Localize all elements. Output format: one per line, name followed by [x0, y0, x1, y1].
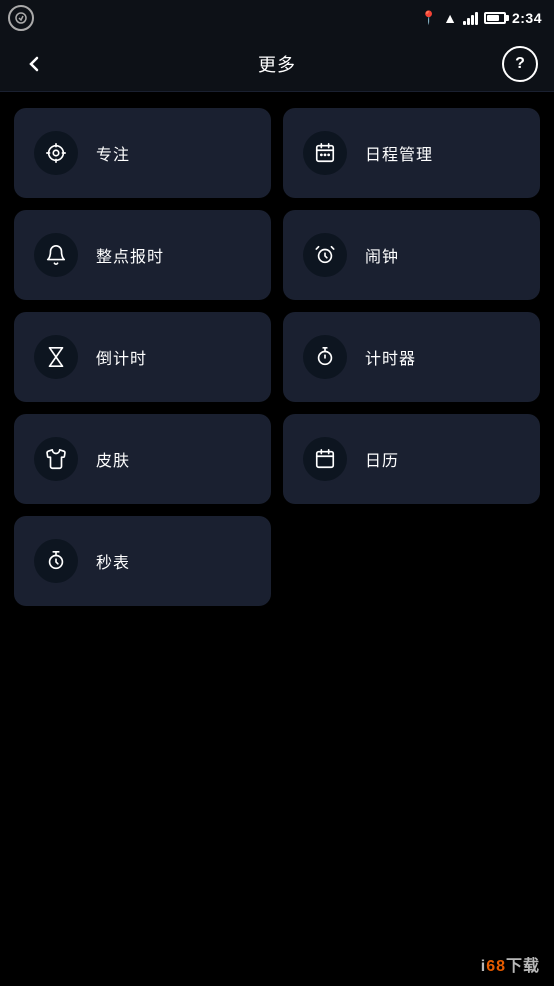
- alarm-label: 闹钟: [365, 243, 399, 267]
- status-time: 2:34: [512, 10, 542, 26]
- watermark-suffix: 下载: [506, 958, 540, 975]
- app-icon: [8, 5, 34, 31]
- hourglass-icon: [34, 335, 78, 379]
- menu-item-timer[interactable]: 计时器: [283, 312, 540, 402]
- battery-icon: [484, 12, 506, 24]
- calendar-label: 日历: [365, 447, 399, 471]
- timer-label: 计时器: [365, 345, 416, 369]
- help-button[interactable]: ?: [502, 46, 538, 82]
- watermark: i68下载: [481, 952, 540, 976]
- focus-icon: [34, 131, 78, 175]
- menu-item-alarm[interactable]: 闹钟: [283, 210, 540, 300]
- menu-item-skin[interactable]: 皮肤: [14, 414, 271, 504]
- bell-icon: [34, 233, 78, 277]
- stopwatch-label: 秒表: [96, 549, 130, 573]
- status-bar: 📍 ▲ 2:34: [0, 0, 554, 36]
- menu-item-countdown[interactable]: 倒计时: [14, 312, 271, 402]
- calendar-icon: [303, 437, 347, 481]
- back-button[interactable]: [16, 46, 52, 82]
- skin-icon: [34, 437, 78, 481]
- watermark-highlight: 68: [486, 958, 506, 975]
- hourly-chime-label: 整点报时: [96, 243, 164, 267]
- status-bar-right: 📍 ▲ 2:34: [421, 10, 542, 26]
- menu-item-stopwatch[interactable]: 秒表: [14, 516, 271, 606]
- timer-icon: [303, 335, 347, 379]
- menu-item-focus[interactable]: 专注: [14, 108, 271, 198]
- menu-item-schedule[interactable]: 日程管理: [283, 108, 540, 198]
- stopwatch-icon: [34, 539, 78, 583]
- countdown-label: 倒计时: [96, 345, 147, 369]
- focus-label: 专注: [96, 141, 130, 165]
- wifi-icon: ▲: [443, 10, 457, 26]
- location-icon: 📍: [421, 10, 437, 26]
- menu-grid: 专注 日程管理 整点报时 闹钟 倒计时 计时器: [0, 92, 554, 622]
- skin-label: 皮肤: [96, 447, 130, 471]
- schedule-icon: [303, 131, 347, 175]
- menu-item-hourly-chime[interactable]: 整点报时: [14, 210, 271, 300]
- status-bar-left: [8, 5, 34, 31]
- alarm-icon: [303, 233, 347, 277]
- schedule-label: 日程管理: [365, 141, 433, 165]
- page-title: 更多: [258, 51, 296, 77]
- header: 更多 ?: [0, 36, 554, 92]
- menu-item-calendar[interactable]: 日历: [283, 414, 540, 504]
- signal-icon: [463, 11, 478, 25]
